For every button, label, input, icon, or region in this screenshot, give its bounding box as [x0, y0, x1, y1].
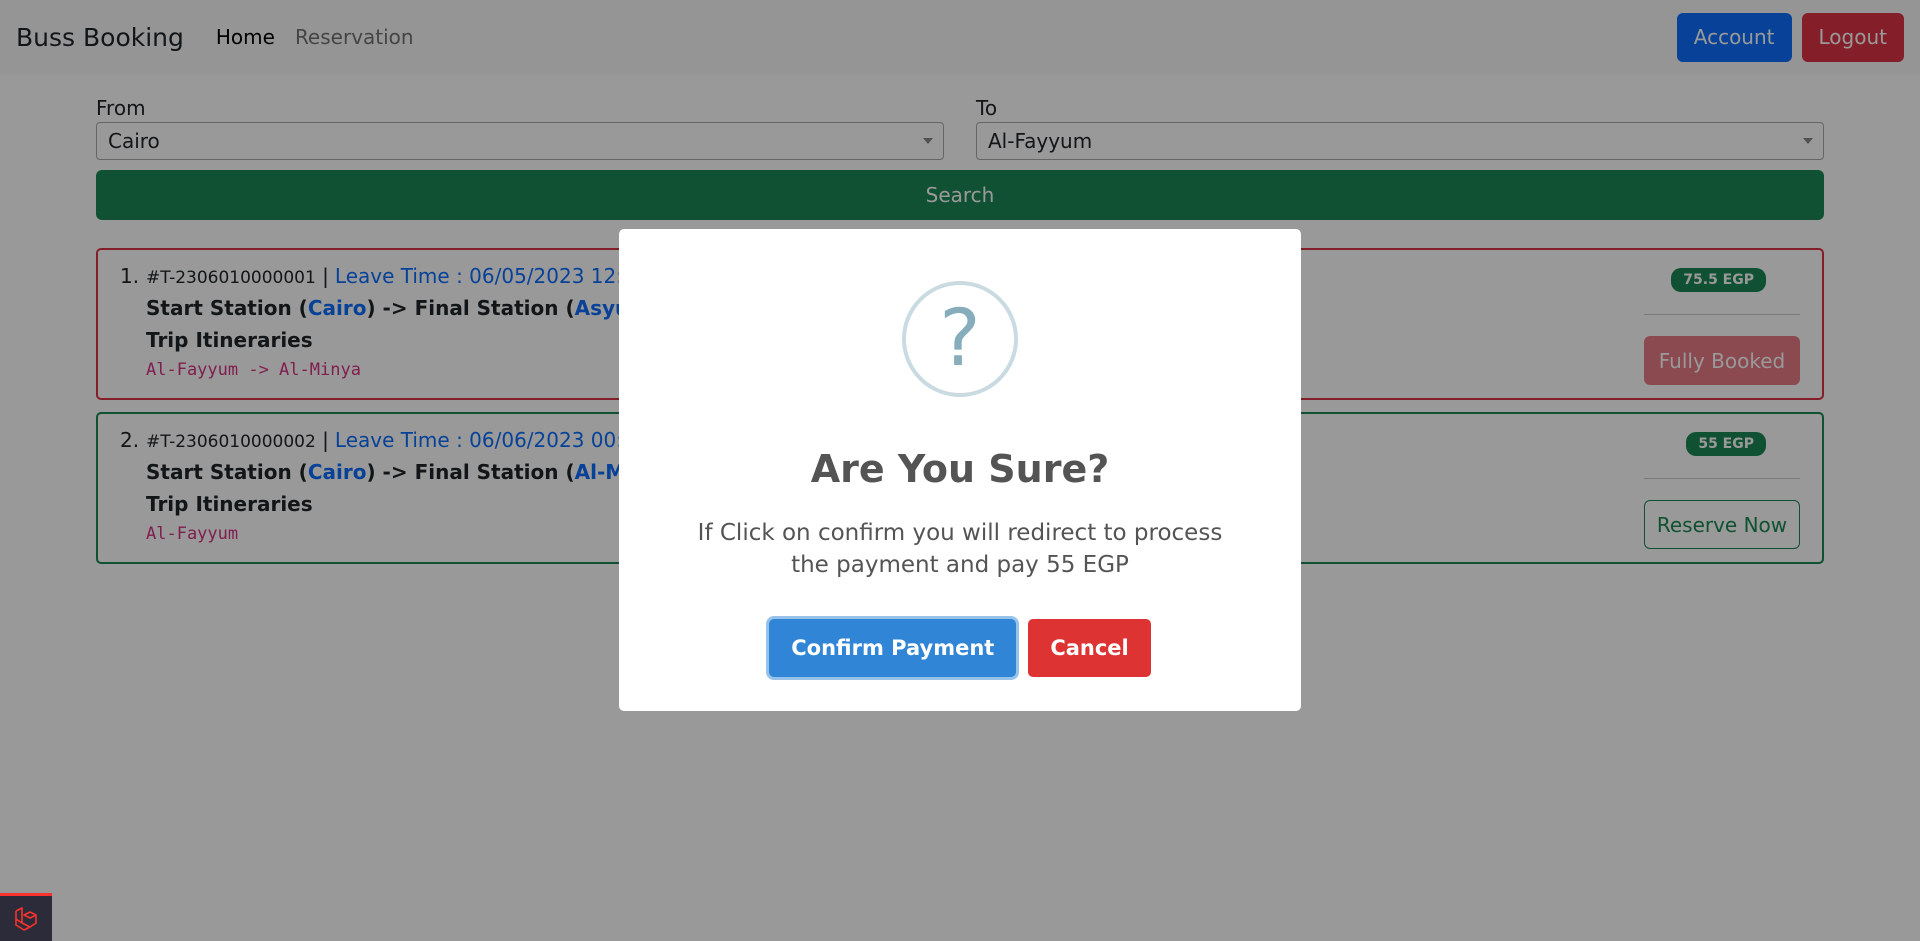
laravel-icon-graphic: [15, 906, 37, 931]
dialog-message: If Click on confirm you will redirect to…: [697, 520, 1223, 578]
dialog-title: Are You Sure?: [810, 447, 1110, 491]
laravel-logo-icon[interactable]: [0, 893, 52, 941]
confirm-payment-button[interactable]: Confirm Payment: [769, 619, 1017, 677]
dialog-actions: Confirm Payment Cancel: [619, 619, 1301, 677]
cancel-button[interactable]: Cancel: [1028, 619, 1151, 677]
question-icon: ?: [902, 281, 1018, 397]
confirm-dialog: ? Are You Sure? If Click on confirm you …: [619, 229, 1301, 711]
